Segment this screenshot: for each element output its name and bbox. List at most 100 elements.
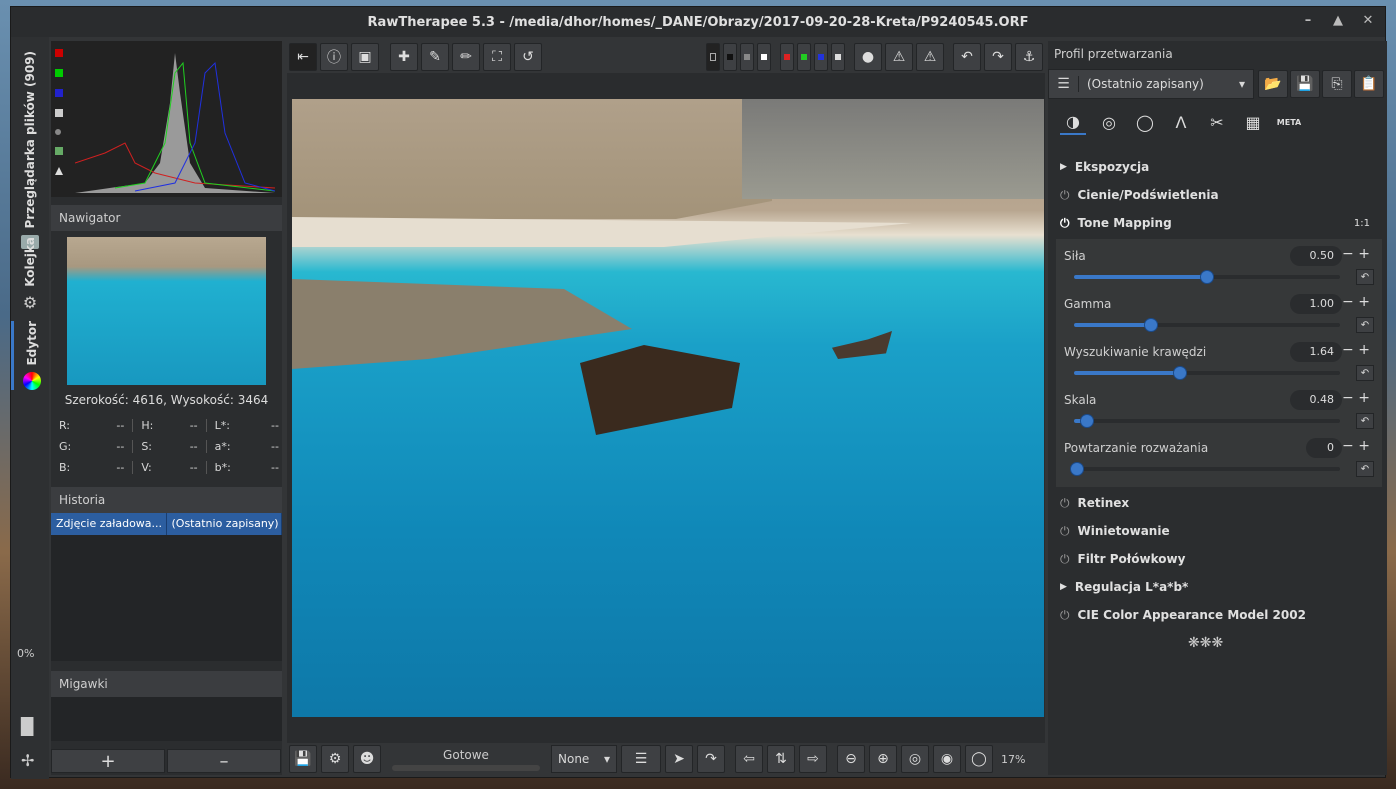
white-balance-picker-button[interactable]: ✎	[421, 43, 449, 71]
luminance-button[interactable]	[55, 109, 63, 117]
collapse-left-button[interactable]: ⇤	[289, 43, 317, 71]
slider-scale-reset-button[interactable]: ↶	[1356, 413, 1374, 429]
slider-strength-reset-button[interactable]: ↶	[1356, 269, 1374, 285]
tab-queue[interactable]: Kolejka ⚙	[11, 237, 49, 312]
hand-tool-button[interactable]: ✚	[390, 43, 418, 71]
plus-icon[interactable]: +	[1358, 246, 1370, 262]
slider-edge-stopping-track[interactable]	[1074, 366, 1340, 380]
queue-button[interactable]: ⚙	[321, 745, 349, 773]
slider-strength-knob[interactable]	[1200, 270, 1214, 284]
external-editor-button[interactable]: ☻	[353, 745, 381, 773]
section-lab-adjustments[interactable]: ▶ Regulacja L*a*b*	[1060, 577, 1188, 597]
gamut-button[interactable]: ●	[854, 43, 882, 71]
slider-gamma-value[interactable]: 1.00	[1290, 294, 1342, 314]
section-graduated-filter[interactable]: ⏻ Filtr Połówkowy	[1060, 549, 1185, 569]
rotate-right-button[interactable]: ↷	[984, 43, 1012, 71]
slider-strength-value[interactable]: 0.50	[1290, 246, 1342, 266]
slider-scale-value[interactable]: 0.48	[1290, 390, 1342, 410]
shadow-clip-button[interactable]: ⚠	[885, 43, 913, 71]
slider-reweighting-value[interactable]: 0	[1306, 438, 1342, 458]
slider-reweighting-knob[interactable]	[1069, 462, 1084, 476]
zoom-in-button[interactable]: ⊕	[869, 745, 897, 773]
profile-save-button[interactable]: 💾	[1290, 70, 1320, 98]
next-image-button[interactable]: ⇨	[799, 745, 827, 773]
section-retinex[interactable]: ⏻ Retinex	[1060, 493, 1129, 513]
chroma-button[interactable]	[55, 129, 61, 135]
focus-mask-button[interactable]	[706, 43, 720, 71]
minus-icon[interactable]: −	[1342, 390, 1354, 406]
profile-select[interactable]: ☰ (Ostatnio zapisany) ▾	[1048, 69, 1254, 99]
previous-image-button[interactable]: ⇦	[735, 745, 763, 773]
sync-button[interactable]: ⇅	[767, 745, 795, 773]
minus-icon[interactable]: −	[1342, 294, 1354, 310]
preview-green-button[interactable]	[797, 43, 811, 71]
profile-shortcut-button[interactable]: ☰	[621, 745, 661, 773]
tab-raw[interactable]: ▦	[1240, 109, 1266, 135]
profile-paste-button[interactable]: 📋	[1354, 70, 1384, 98]
bar-button[interactable]	[55, 167, 63, 175]
crop-button[interactable]: ⛶	[483, 43, 511, 71]
minus-icon[interactable]: −	[1342, 246, 1354, 262]
preview-red-button[interactable]	[780, 43, 794, 71]
preview-luminosity-button[interactable]	[831, 43, 845, 71]
slider-reweighting-track[interactable]	[1069, 462, 1340, 476]
minimize-icon[interactable]: –	[1301, 14, 1315, 28]
preview-mode-select[interactable]: None ▾	[551, 745, 617, 773]
section-ciecam[interactable]: ⏻ CIE Color Appearance Model 2002	[1060, 605, 1306, 625]
green-channel-button[interactable]	[55, 69, 63, 77]
move-icon[interactable]: ✢	[21, 751, 34, 770]
plus-icon[interactable]: +	[1358, 294, 1370, 310]
section-vignetting[interactable]: ⏻ Winietowanie	[1060, 521, 1170, 541]
raw-button[interactable]	[55, 147, 63, 155]
section-shadows-highlights[interactable]: ⏻ Cienie/Podświetlenia	[1060, 185, 1219, 205]
slider-gamma-track[interactable]	[1074, 318, 1340, 332]
tab-editor[interactable]: Edytor	[11, 321, 49, 390]
maximize-icon[interactable]: ▲	[1331, 14, 1345, 28]
section-tone-mapping[interactable]: ⏻ Tone Mapping 1:1	[1060, 213, 1370, 233]
section-exposure[interactable]: ▶ Ekspozycja	[1060, 157, 1149, 177]
slider-scale-track[interactable]	[1074, 414, 1340, 428]
tab-metadata[interactable]: META	[1276, 109, 1302, 135]
slider-gamma-knob[interactable]	[1144, 318, 1159, 332]
navigator-thumbnail[interactable]	[67, 237, 266, 385]
slider-scale-knob[interactable]	[1080, 414, 1095, 428]
history-row[interactable]: Zdjęcie załadowa... (Ostatnio zapisany)	[51, 513, 282, 535]
profile-open-button[interactable]: 📂	[1258, 70, 1288, 98]
zoom-crop-button[interactable]: ◉	[933, 745, 961, 773]
plus-icon[interactable]: +	[1358, 390, 1370, 406]
blue-channel-button[interactable]	[55, 89, 63, 97]
tab-advanced[interactable]: Λ	[1168, 109, 1194, 135]
info-button[interactable]: ⓘ	[320, 43, 348, 71]
tab-file-browser[interactable]: Przeglądarka plików (909)	[11, 51, 49, 249]
slider-edge-stopping-value[interactable]: 1.64	[1290, 342, 1342, 362]
plus-icon[interactable]: +	[1358, 342, 1370, 358]
slider-edge-stopping-knob[interactable]	[1173, 366, 1188, 380]
slider-edge-stopping-reset-button[interactable]: ↶	[1356, 365, 1374, 381]
tab-details[interactable]: ◎	[1096, 109, 1122, 135]
plus-icon[interactable]: +	[1358, 438, 1370, 454]
red-channel-button[interactable]	[55, 49, 63, 57]
minus-icon[interactable]: −	[1342, 438, 1354, 454]
slider-reweighting-reset-button[interactable]: ↶	[1356, 461, 1374, 477]
rotate-left-button[interactable]: ↶	[953, 43, 981, 71]
tab-exposure[interactable]: ◑	[1060, 109, 1086, 135]
save-image-button[interactable]: 💾	[289, 745, 317, 773]
piano-icon[interactable]: █	[21, 717, 33, 736]
tab-color[interactable]: ◯	[1132, 109, 1158, 135]
before-after-button[interactable]: ▣	[351, 43, 379, 71]
preview-blue-button[interactable]	[814, 43, 828, 71]
zoom-out-button[interactable]: ⊖	[837, 745, 865, 773]
preview-white-button[interactable]	[757, 43, 771, 71]
zoom-fit-button[interactable]: ◎	[901, 745, 929, 773]
slider-strength-track[interactable]	[1074, 270, 1340, 284]
close-icon[interactable]: ✕	[1361, 14, 1375, 28]
photo-preview[interactable]	[292, 99, 1044, 717]
color-picker-button[interactable]: ✏	[452, 43, 480, 71]
remove-snapshot-button[interactable]: –	[167, 749, 281, 773]
flip-button[interactable]: ⚓	[1015, 43, 1043, 71]
straighten-button[interactable]: ↺	[514, 43, 542, 71]
preview-gray-button[interactable]	[740, 43, 754, 71]
next-button[interactable]: ↷	[697, 745, 725, 773]
slider-gamma-reset-button[interactable]: ↶	[1356, 317, 1374, 333]
zoom-100-button[interactable]: ◯	[965, 745, 993, 773]
